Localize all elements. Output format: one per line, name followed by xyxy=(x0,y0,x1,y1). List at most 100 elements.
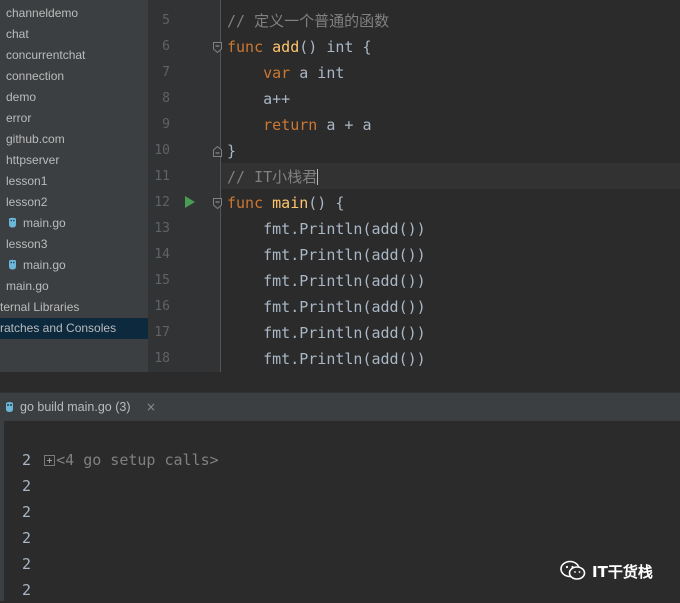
tree-item[interactable]: ratches and Consoles xyxy=(0,318,148,339)
tab-close-icon[interactable]: × xyxy=(146,393,156,421)
tree-item[interactable]: ternal Libraries xyxy=(0,297,79,318)
run-main-icon[interactable] xyxy=(184,195,196,209)
tree-item[interactable]: concurrentchat xyxy=(0,45,85,66)
tree-item[interactable]: lesson2 xyxy=(0,192,47,213)
run-tool-window-tabs: go build main.go (3) × xyxy=(0,392,680,422)
code-line[interactable]: return a + a xyxy=(227,112,372,138)
code-line[interactable]: a++ xyxy=(227,86,290,112)
code-token: add xyxy=(272,38,300,56)
fold-marker-icon[interactable] xyxy=(213,42,222,53)
console-output-line: 2 xyxy=(22,451,32,469)
tree-item-label: demo xyxy=(6,90,37,104)
code-token: fmt.Println(add()) xyxy=(227,220,426,238)
code-token: fmt.Println(add()) xyxy=(227,298,426,316)
line-number: 14 xyxy=(154,247,170,262)
code-token: fmt.Println(add()) xyxy=(227,350,426,368)
tree-item-label: chat xyxy=(6,27,29,41)
code-token: // IT小栈君 xyxy=(227,168,318,186)
code-editor[interactable]: 5 6 7 8 9 10 11 12 13 14 15 16 17 18 // 定义一个普通的函数 func… xyxy=(148,0,680,372)
tree-item[interactable]: chat xyxy=(0,24,29,45)
line-number: 13 xyxy=(154,221,170,236)
watermark-text: IT干货栈 xyxy=(592,562,653,581)
editor-gutter: 5 6 7 8 9 10 11 12 13 14 15 16 17 18 xyxy=(148,0,220,372)
code-line[interactable]: func add() int { xyxy=(227,34,372,60)
code-token: { xyxy=(353,38,372,56)
code-token: fmt.Println(add()) xyxy=(227,246,426,264)
code-line[interactable]: } xyxy=(227,138,236,164)
code-line[interactable]: fmt.Println(add()) xyxy=(227,320,426,346)
tree-item[interactable]: error xyxy=(0,108,31,129)
console-output-line: 2 xyxy=(22,503,32,521)
line-number: 9 xyxy=(162,117,170,132)
tree-item[interactable]: demo xyxy=(0,87,36,108)
tree-item-label: lesson1 xyxy=(6,174,48,188)
code-token: a + a xyxy=(317,116,372,134)
tree-item[interactable]: main.go xyxy=(0,255,66,276)
expand-icon[interactable] xyxy=(44,455,56,466)
console-output-line: 2 xyxy=(22,581,32,599)
code-line[interactable]: // 定义一个普通的函数 xyxy=(227,8,389,34)
code-line[interactable]: func main() { xyxy=(227,190,344,216)
code-line[interactable]: // IT小栈君 xyxy=(227,164,319,190)
wechat-icon xyxy=(560,560,586,580)
tree-item-label: concurrentchat xyxy=(6,48,86,62)
fold-marker-icon[interactable] xyxy=(213,146,222,157)
tree-item-label: ternal Libraries xyxy=(0,300,80,314)
tab-run-config[interactable]: go build main.go (3) × xyxy=(0,393,166,421)
go-file-icon xyxy=(9,259,16,270)
tree-item-label: github.com xyxy=(6,132,65,146)
tree-item-label: main.go xyxy=(6,279,49,293)
line-number: 16 xyxy=(154,299,170,314)
code-token: a int xyxy=(290,64,345,82)
code-token: () { xyxy=(308,194,345,212)
code-line[interactable]: var a int xyxy=(227,60,344,86)
code-token: fmt.Println(add()) xyxy=(227,272,426,290)
code-token: int xyxy=(326,38,354,56)
code-token: var xyxy=(263,64,291,82)
tree-item[interactable]: main.go xyxy=(0,213,66,234)
tree-item[interactable]: lesson1 xyxy=(0,171,47,192)
fold-marker-icon[interactable] xyxy=(213,198,222,209)
tree-item[interactable]: connection xyxy=(0,66,64,87)
tree-item-label: connection xyxy=(6,69,65,83)
code-line[interactable]: fmt.Println(add()) xyxy=(227,216,426,242)
code-token: return xyxy=(263,116,318,134)
code-line[interactable]: fmt.Println(add()) xyxy=(227,242,426,268)
code-line[interactable]: fmt.Println(add()) xyxy=(227,346,426,372)
tree-item-label: main.go xyxy=(23,216,66,230)
line-number: 8 xyxy=(162,91,170,106)
tree-item-label: httpserver xyxy=(6,153,60,167)
console-output-line: 2 xyxy=(22,529,32,547)
tree-item-label: main.go xyxy=(23,258,66,272)
code-token: } xyxy=(227,142,237,160)
code-line[interactable]: fmt.Println(add()) xyxy=(227,268,426,294)
tree-item[interactable]: main.go xyxy=(0,276,49,297)
tree-item[interactable]: lesson3 xyxy=(0,234,47,255)
tree-item[interactable]: httpserver xyxy=(0,150,59,171)
line-number: 10 xyxy=(154,143,170,158)
tree-item-label: channeldemo xyxy=(6,6,79,20)
code-token: fmt.Println(add()) xyxy=(227,324,426,342)
code-line[interactable]: fmt.Println(add()) xyxy=(227,294,426,320)
console-output-line: 2 xyxy=(22,477,32,495)
watermark: IT干货栈 xyxy=(560,556,653,586)
line-number: 18 xyxy=(154,351,170,366)
console-output-line: 2 xyxy=(22,555,32,573)
setup-calls-fold[interactable]: <4 go setup calls> xyxy=(8,421,219,469)
editor-bottom-area xyxy=(0,372,680,392)
tree-item-label: ratches and Consoles xyxy=(0,321,117,335)
code-token: a++ xyxy=(227,90,291,108)
setup-calls-label: <4 go setup calls> xyxy=(56,451,219,469)
tree-item[interactable]: channeldemo xyxy=(0,3,78,24)
line-number: 15 xyxy=(154,273,170,288)
go-build-icon xyxy=(6,402,13,412)
line-number: 6 xyxy=(162,39,170,54)
code-token: () xyxy=(299,38,327,56)
project-tree: channeldemo chat concurrentchat connection d… xyxy=(0,0,148,392)
tree-item[interactable]: github.com xyxy=(0,129,65,150)
line-number: 12 xyxy=(154,195,170,210)
